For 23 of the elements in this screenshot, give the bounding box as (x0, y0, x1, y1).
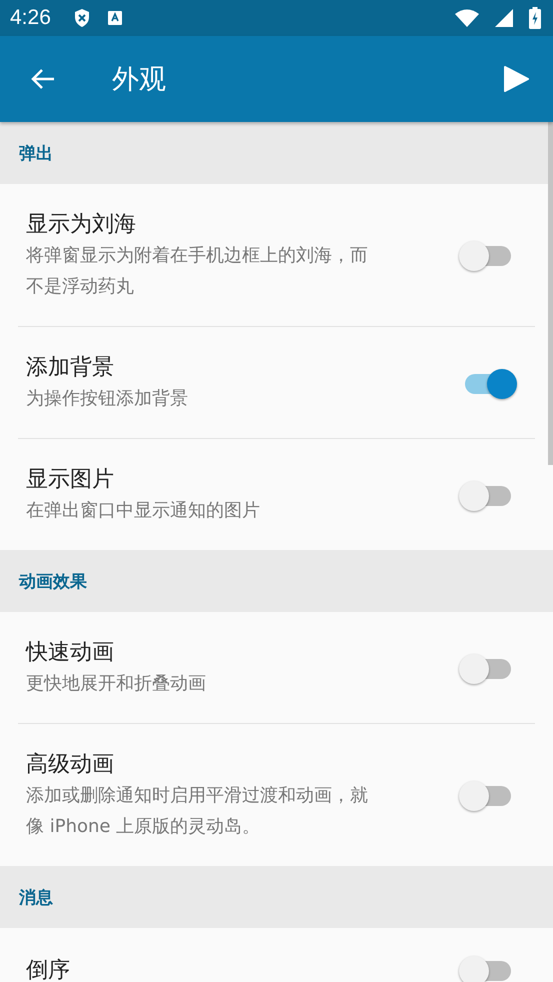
screen-title: 外观 (112, 63, 167, 97)
section-header: 弹出 (19, 142, 53, 164)
setting-description: 在弹出窗口中显示通知的图片 (26, 499, 261, 523)
battery-icon (529, 7, 541, 29)
setting-title: 高级动画 (26, 751, 115, 779)
setting-title: 添加背景 (26, 354, 115, 382)
keyboard-icon (106, 10, 123, 26)
section-header: 消息 (19, 886, 53, 908)
setting-title: 显示图片 (26, 466, 115, 494)
shield-icon (72, 8, 91, 28)
play-icon[interactable] (503, 66, 529, 92)
wifi-icon (455, 9, 479, 27)
setting-description: 将弹窗显示为附着在手机边框上的刘海，而不是浮动药丸 (26, 244, 369, 299)
section-header: 动画效果 (19, 570, 87, 592)
back-arrow-icon[interactable] (30, 67, 56, 91)
signal-icon (495, 9, 513, 27)
status-time: 4:26 (10, 6, 51, 30)
setting-title: 倒序 (26, 957, 71, 982)
setting-description: 更快地展开和折叠动画 (26, 672, 207, 696)
setting-description: 为操作按钮添加背景 (26, 387, 189, 411)
setting-description: 添加或删除通知时启用平滑过渡和动画，就像 iPhone 上原版的灵动岛。 (26, 784, 369, 839)
setting-title: 快速动画 (26, 639, 115, 667)
setting-title: 显示为刘海 (26, 211, 137, 239)
